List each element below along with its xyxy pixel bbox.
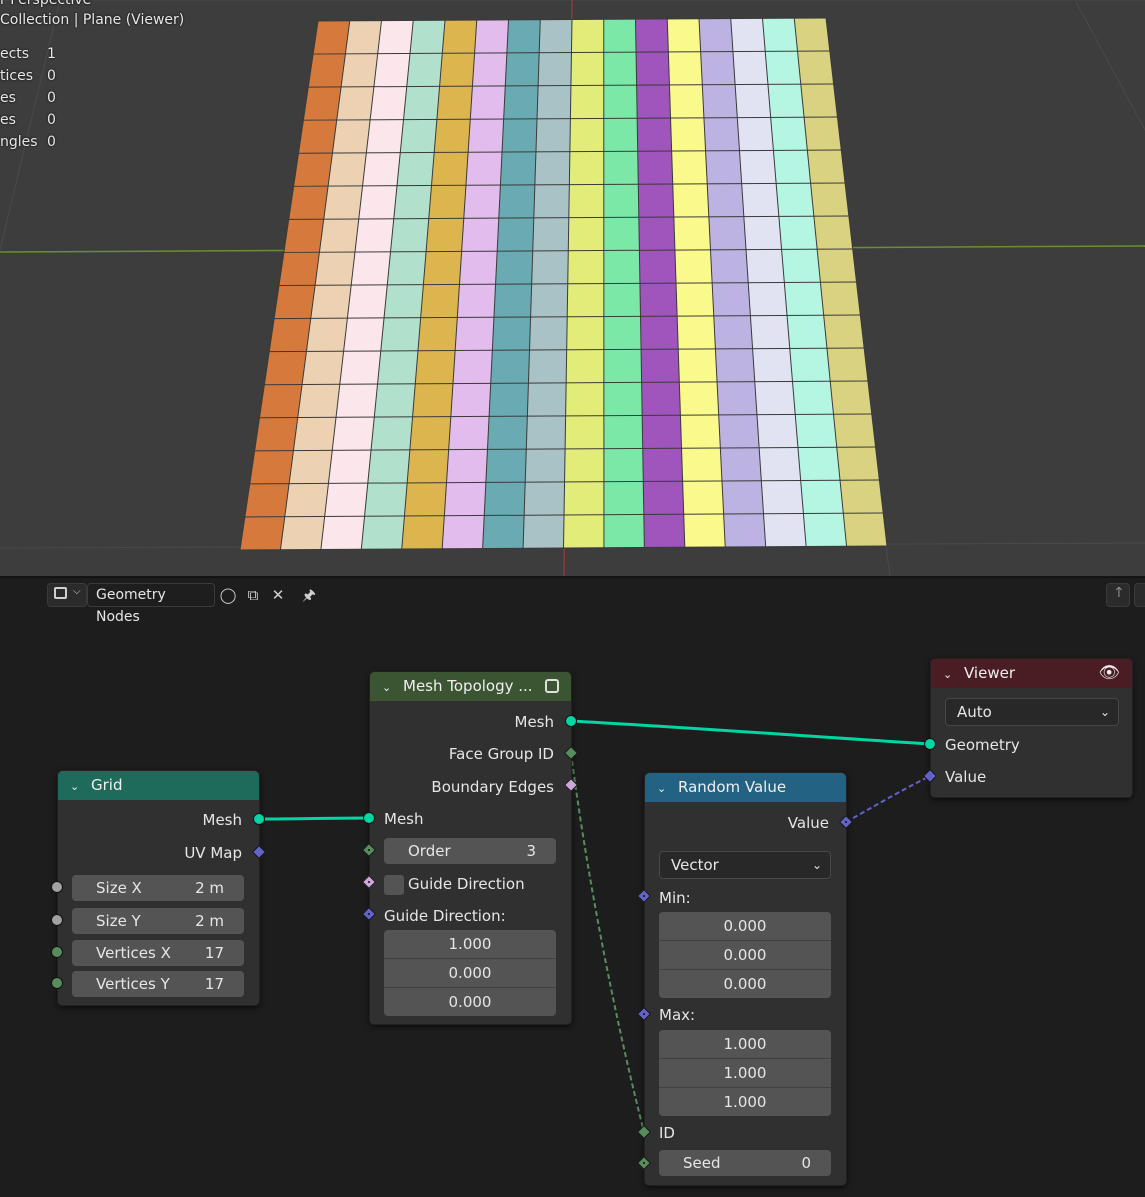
min-x[interactable]: 0.000 bbox=[659, 912, 831, 941]
vertices-y-input-socket[interactable] bbox=[51, 977, 63, 989]
topology-output-face-group-id-label: Face Group ID bbox=[448, 745, 554, 763]
random-min-label: Min: bbox=[659, 889, 691, 907]
guide-direction-vector-label: Guide Direction: bbox=[384, 907, 506, 925]
collection-label: Collection | Plane (Viewer) bbox=[0, 12, 185, 28]
stat-label: ects bbox=[0, 46, 30, 62]
viewer-geometry-input-socket[interactable] bbox=[924, 738, 936, 750]
field-label: Order bbox=[408, 842, 451, 860]
viewer-node[interactable]: ⌄ Viewer 👁 Auto ⌄ Geometry Value bbox=[930, 658, 1133, 798]
chevron-down-icon[interactable]: ⌄ bbox=[382, 673, 394, 701]
node-group-icon[interactable] bbox=[545, 679, 559, 693]
random-output-value-label: Value bbox=[787, 814, 829, 832]
3d-viewport[interactable]: r Perspective Collection | Plane (Viewer… bbox=[0, 0, 1145, 576]
grid-node[interactable]: ⌄ Grid Mesh UV Map Size X 2 m Size Y 2 m Ve… bbox=[57, 770, 260, 1006]
vertices-x-field[interactable]: Vertices X 17 bbox=[72, 940, 244, 966]
size-x-input-socket[interactable] bbox=[51, 881, 63, 893]
max-x[interactable]: 1.000 bbox=[659, 1030, 831, 1059]
viewer-node-title: Viewer bbox=[964, 664, 1015, 682]
topology-output-mesh-label: Mesh bbox=[514, 713, 555, 731]
field-value: 2 m bbox=[195, 912, 224, 930]
floor-grid-line bbox=[1074, 0, 1145, 131]
viewer-domain-value: Auto bbox=[957, 703, 992, 721]
field-value: 3 bbox=[526, 842, 536, 860]
link-face-group-to-random-id bbox=[570, 752, 645, 1133]
field-value: 2 m bbox=[195, 879, 224, 897]
topology-output-boundary-edges-label: Boundary Edges bbox=[431, 778, 554, 796]
stat-value: 0 bbox=[47, 68, 56, 84]
topology-input-mesh-label: Mesh bbox=[384, 810, 424, 828]
stat-value: 1 bbox=[47, 46, 56, 62]
chevron-down-icon[interactable]: ⌄ bbox=[70, 772, 82, 800]
viewer-input-geometry-label: Geometry bbox=[945, 736, 1020, 754]
guide-direction-vector[interactable]: 1.000 0.000 0.000 bbox=[384, 930, 556, 1016]
size-x-field[interactable]: Size X 2 m bbox=[72, 875, 244, 901]
order-field[interactable]: Order 3 bbox=[384, 838, 556, 864]
viewer-input-value-label: Value bbox=[945, 768, 987, 786]
topology-mesh-output-socket[interactable] bbox=[565, 715, 577, 727]
random-max-vector[interactable]: 1.000 1.000 1.000 bbox=[659, 1030, 831, 1116]
field-value: 17 bbox=[204, 975, 224, 993]
size-y-field[interactable]: Size Y 2 m bbox=[72, 908, 244, 934]
min-z[interactable]: 0.000 bbox=[659, 970, 831, 998]
mesh-topology-node-title: Mesh Topology ... bbox=[403, 677, 533, 695]
field-label: Seed bbox=[683, 1154, 721, 1172]
viewer-domain-dropdown[interactable]: Auto ⌄ bbox=[945, 698, 1119, 726]
guide-direction-checkbox[interactable] bbox=[384, 875, 404, 895]
node-editor[interactable]: ⌵ Geometry Nodes ◯ ⧉ ✕ 🖈 ↑ ⌄ Grid Mesh UV… bbox=[0, 578, 1145, 1197]
mesh-topology-node[interactable]: ⌄ Mesh Topology ... Mesh Face Group ID Bo… bbox=[369, 671, 572, 1025]
chevron-down-icon: ⌄ bbox=[811, 858, 822, 872]
seed-field[interactable]: Seed 0 bbox=[659, 1150, 831, 1176]
eye-icon[interactable]: 👁 bbox=[1098, 659, 1120, 688]
data-type-value: Vector bbox=[671, 856, 719, 874]
chevron-down-icon[interactable]: ⌄ bbox=[657, 774, 669, 802]
field-value: 0 bbox=[801, 1154, 811, 1172]
field-label: Vertices X bbox=[96, 944, 171, 962]
vertices-y-field[interactable]: Vertices Y 17 bbox=[72, 971, 244, 997]
min-y[interactable]: 0.000 bbox=[659, 941, 831, 970]
random-value-node[interactable]: ⌄ Random Value Value Vector ⌄ Min: 0.000 … bbox=[644, 772, 847, 1186]
topology-mesh-input-socket[interactable] bbox=[363, 812, 375, 824]
viewer-node-header[interactable]: ⌄ Viewer 👁 bbox=[931, 659, 1132, 688]
guide-direction-x[interactable]: 1.000 bbox=[384, 930, 556, 959]
viewport-scene[interactable] bbox=[0, 0, 1145, 576]
grid-mesh-output-socket[interactable] bbox=[253, 813, 265, 825]
link-grid-mesh-to-topology-mesh bbox=[258, 816, 370, 821]
mesh-topology-node-header[interactable]: ⌄ Mesh Topology ... bbox=[370, 672, 571, 701]
link-random-value-to-viewer-value bbox=[845, 775, 931, 823]
stat-value: 0 bbox=[47, 134, 56, 150]
size-y-input-socket[interactable] bbox=[51, 914, 63, 926]
chevron-down-icon: ⌄ bbox=[1099, 705, 1110, 719]
grid-node-header[interactable]: ⌄ Grid bbox=[58, 771, 259, 800]
max-z[interactable]: 1.000 bbox=[659, 1088, 831, 1116]
grid-output-mesh-label: Mesh bbox=[202, 811, 243, 829]
link-topology-mesh-to-viewer-geometry bbox=[570, 719, 931, 746]
grid-node-title: Grid bbox=[91, 776, 123, 794]
random-max-label: Max: bbox=[659, 1006, 696, 1024]
stat-label: es bbox=[0, 90, 16, 106]
random-min-vector[interactable]: 0.000 0.000 0.000 bbox=[659, 912, 831, 998]
data-type-dropdown[interactable]: Vector ⌄ bbox=[659, 851, 831, 879]
chevron-down-icon[interactable]: ⌄ bbox=[943, 660, 955, 688]
guide-direction-checkbox-label: Guide Direction bbox=[408, 875, 525, 893]
guide-direction-y[interactable]: 0.000 bbox=[384, 959, 556, 988]
view-name: r Perspective bbox=[0, 0, 92, 8]
vertices-x-input-socket[interactable] bbox=[51, 946, 63, 958]
stat-label: ngles bbox=[0, 134, 38, 150]
max-y[interactable]: 1.000 bbox=[659, 1059, 831, 1088]
field-label: Size Y bbox=[96, 912, 141, 930]
guide-direction-z[interactable]: 0.000 bbox=[384, 988, 556, 1016]
stat-label: es bbox=[0, 112, 16, 128]
field-label: Vertices Y bbox=[96, 975, 170, 993]
grid-output-uvmap-label: UV Map bbox=[184, 844, 242, 862]
random-value-node-header[interactable]: ⌄ Random Value bbox=[645, 773, 846, 802]
stat-label: tices bbox=[0, 68, 33, 84]
field-value: 17 bbox=[204, 944, 224, 962]
stat-value: 0 bbox=[47, 112, 56, 128]
stat-value: 0 bbox=[47, 90, 56, 106]
random-value-node-title: Random Value bbox=[678, 778, 787, 796]
random-id-label: ID bbox=[659, 1124, 675, 1142]
field-label: Size X bbox=[96, 879, 142, 897]
